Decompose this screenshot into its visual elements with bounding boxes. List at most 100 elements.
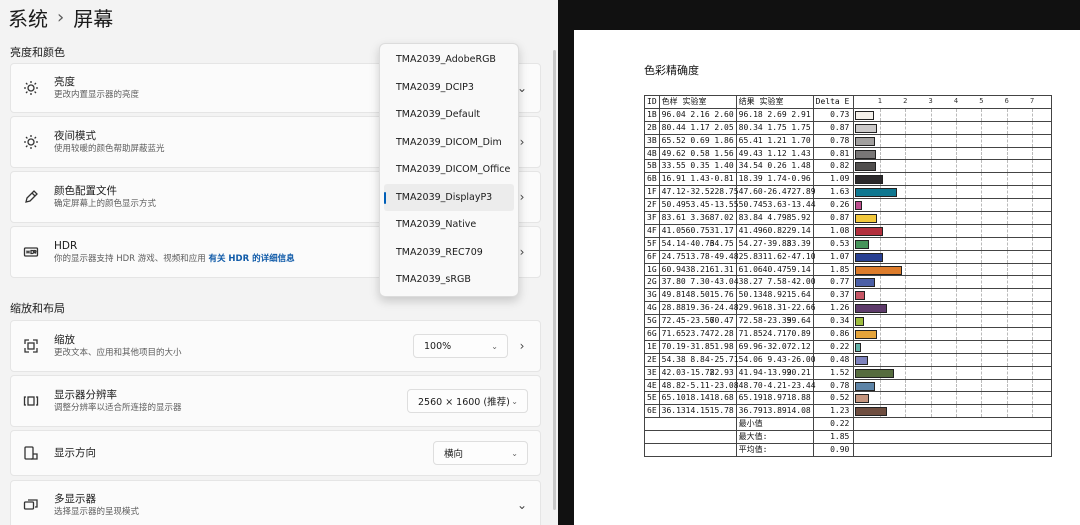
result-lab-cell: 41.94-13.9920.21 [735, 365, 814, 380]
gridline [981, 379, 983, 392]
lab-value: 16.91 [661, 174, 686, 184]
lab-value: -28.75 [709, 187, 739, 197]
delta-bar-cell [853, 275, 1053, 290]
gridline [905, 353, 907, 366]
gridline [955, 173, 957, 186]
menu-item-profile[interactable]: TMA2039_REC709 [384, 239, 514, 267]
gridline [955, 392, 957, 405]
gridline [1006, 160, 1008, 173]
lab-value: 20.21 [786, 367, 811, 377]
lab-value: 59.14 [786, 264, 811, 274]
menu-item-profile[interactable]: TMA2039_Native [384, 211, 514, 239]
lab-value: 29.96 [738, 303, 763, 313]
delta-bar-cell [853, 159, 1053, 174]
gridline [1032, 302, 1034, 315]
breadcrumb-parent[interactable]: 系统 [8, 3, 48, 32]
delta-e-value: 0.78 [812, 378, 855, 393]
lab-value: 53.45 [685, 200, 710, 210]
gridline [955, 237, 957, 250]
lab-value: 24.75 [661, 251, 686, 261]
delta-e-value: 1.23 [812, 404, 855, 419]
gridline [879, 134, 881, 147]
delta-e-value: 0.77 [812, 275, 855, 290]
table-row: 5E 65.1018.1418.68 65.1918.9718.88 0.52 [644, 391, 1053, 406]
resolution-dropdown[interactable]: 2560 × 1600 (推荐) ⌄ [407, 389, 528, 413]
target-lab-cell: 48.82-5.11-23.08 [658, 378, 739, 393]
delta-bar [855, 214, 878, 224]
table-row: 4B 49.62 0.58 1.56 49.43 1.12 1.43 0.81 [644, 146, 1053, 161]
gridline [981, 302, 983, 315]
lab-value: -5.11 [685, 380, 710, 390]
gridline [955, 134, 957, 147]
delta-bar [855, 239, 869, 249]
lab-value: 13.89 [762, 406, 787, 416]
patch-id: 2B [644, 120, 660, 135]
lab-value: 50.74 [738, 200, 763, 210]
stat-value: 0.90 [812, 443, 855, 457]
gridline [930, 302, 932, 315]
lab-value: 59.64 [786, 316, 811, 326]
gridline [981, 276, 983, 289]
menu-item-profile[interactable]: TMA2039_sRGB [384, 266, 514, 294]
gridline [879, 328, 881, 340]
gridline [955, 315, 957, 328]
gridline [879, 379, 881, 392]
menu-item-profile[interactable]: TMA2039_DisplayP3 [384, 183, 514, 211]
menu-item-profile[interactable]: TMA2039_DCIP3 [384, 74, 514, 102]
gridline [930, 366, 932, 379]
lab-value: 15.64 [786, 290, 811, 300]
menu-item-profile[interactable]: TMA2039_DICOM_Dim [384, 129, 514, 157]
section-title-scale-layout: 缩放和布局 [10, 302, 65, 315]
chevron-right-icon[interactable]: › [516, 339, 528, 353]
gridline [930, 276, 932, 289]
menu-item-profile[interactable]: TMA2039_AdobeRGB [384, 46, 514, 74]
orientation-dropdown[interactable]: 横向 ⌄ [433, 441, 528, 465]
gridline [930, 224, 932, 237]
lab-value: -22.66 [786, 303, 816, 313]
delta-bar-cell [853, 133, 1053, 148]
scrollbar[interactable] [553, 50, 556, 510]
menu-item-profile[interactable]: TMA2039_Default [384, 101, 514, 129]
hdr-learn-more-link[interactable]: 有关 HDR 的详细信息 [208, 254, 294, 264]
result-lab-cell: 65.41 1.21 1.70 [735, 133, 814, 148]
target-lab-cell: 71.6523.7472.28 [658, 327, 737, 341]
gridline [930, 173, 932, 186]
gridline [981, 328, 983, 340]
chevron-down-icon[interactable]: ⌄ [516, 498, 528, 512]
table-row: 2G 37.80 7.30-43.04 38.27 7.58-42.00 0.77 [644, 275, 1053, 290]
gridline [1006, 289, 1008, 302]
brightness-desc: 更改内置显示器的亮度 [54, 90, 140, 100]
lab-value: 54.14 [661, 238, 686, 248]
menu-item-profile[interactable]: TMA2039_DICOM_Office [384, 156, 514, 184]
document-viewer: 色彩精确度 ID 色样 实验室 结果 实验室 Delta E 1 2 3 4 5 6 7 1B 96.0… [558, 0, 1080, 525]
multi-display-card[interactable]: 多显示器 选择显示器的呈现模式 ⌄ [10, 480, 541, 525]
lab-value: 83.61 [661, 212, 686, 222]
lab-value: -47.10 [786, 251, 816, 261]
gridline [1032, 276, 1034, 289]
gridline [879, 237, 881, 250]
gridline [955, 186, 957, 199]
gridline [1032, 340, 1034, 353]
target-lab-cell: 24.7513.78-49.48 [658, 249, 739, 264]
stat-bar-spacer [853, 443, 1053, 457]
lab-value: 1.17 [690, 122, 710, 132]
lab-value: 0.35 [690, 161, 710, 171]
gridline [955, 224, 957, 237]
delta-e-value: 0.26 [812, 198, 855, 213]
delta-bar [855, 226, 883, 236]
delta-bar [855, 304, 888, 314]
lab-value: 41.94 [738, 367, 763, 377]
stat-spacer [644, 443, 737, 457]
lab-value: 72.28 [709, 328, 734, 338]
result-lab-cell: 47.60-26.47-27.89 [735, 185, 816, 200]
multi-display-title: 多显示器 [54, 493, 96, 505]
lab-value: 9.43 [767, 354, 787, 364]
gridline [1032, 392, 1034, 405]
delta-bar [855, 317, 864, 327]
lab-value: 2.69 [767, 109, 787, 119]
scale-dropdown[interactable]: 100% ⌄ [413, 334, 508, 358]
gridline [879, 160, 881, 173]
lab-value: 33.39 [786, 238, 811, 248]
lab-value: 96.18 [738, 109, 763, 119]
orientation-title: 显示方向 [54, 447, 96, 459]
